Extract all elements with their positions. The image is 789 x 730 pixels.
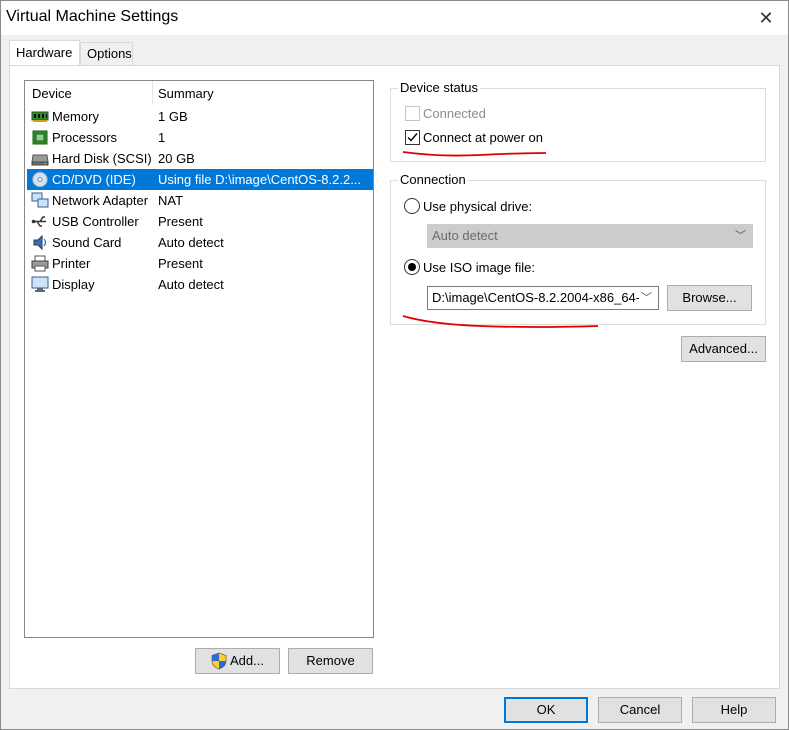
connect-at-power-on-label: Connect at power on [423,130,543,145]
physical-drive-select: Auto detect ﹀ [427,224,753,248]
list-header: Device Summary [25,81,373,105]
device-list[interactable]: Device Summary Memory 1 GB Processors 1 … [24,80,374,638]
add-button-label: Add... [230,653,264,668]
shield-icon [211,652,227,670]
cd-dvd-icon [32,171,48,188]
device-row-printer[interactable]: Printer Present [27,253,373,274]
device-row-cd-dvd[interactable]: CD/DVD (IDE) Using file D:\image\CentOS-… [27,169,373,190]
browse-button[interactable]: Browse... [667,285,752,311]
red-underline-annotation [402,315,599,328]
device-summary: 1 [158,130,166,145]
device-row-usb-controller[interactable]: USB Controller Present [27,211,373,232]
device-row-memory[interactable]: Memory 1 GB [27,106,373,127]
cancel-button[interactable]: Cancel [598,697,682,723]
device-name: Processors [52,130,118,145]
checkmark-icon [407,133,418,142]
radio-selected-dot [408,263,416,271]
network-adapter-icon [31,192,49,208]
device-status-title: Device status [398,80,481,96]
use-iso-image-radio[interactable] [404,259,420,275]
device-summary: NAT [158,193,184,208]
help-button[interactable]: Help [692,697,776,723]
device-summary: Present [158,256,203,271]
hard-disk-icon [31,154,49,166]
device-row-display[interactable]: Display Auto detect [27,274,373,295]
tab-options[interactable]: Options [80,42,133,66]
device-summary: 20 GB [158,151,195,166]
processor-icon [32,130,48,145]
connected-checkbox[interactable] [405,106,420,121]
chevron-down-icon: ﹀ [735,230,746,242]
usb-icon [31,216,46,227]
use-iso-image-label: Use ISO image file: [423,260,535,275]
virtual-machine-settings-window: Virtual Machine Settings ✕ Hardware Opti… [0,0,789,730]
column-separator[interactable] [152,81,153,105]
window-title: Virtual Machine Settings [6,8,179,25]
add-button[interactable]: Add... [195,648,280,674]
printer-icon [31,255,49,272]
connected-label: Connected [423,106,486,121]
ok-button[interactable]: OK [504,697,588,723]
column-header-device[interactable]: Device [32,86,72,101]
device-summary: Present [158,214,203,229]
device-name: Display [52,277,95,292]
chevron-down-icon[interactable]: ﹀ [639,287,652,309]
connect-at-power-on-checkbox[interactable] [405,130,420,145]
device-row-hard-disk[interactable]: Hard Disk (SCSI) 20 GB [27,148,373,169]
device-summary: Using file D:\image\CentOS-8.2.2... [158,172,362,187]
hardware-panel: Device Summary Memory 1 GB Processors 1 … [9,65,780,689]
use-physical-drive-label: Use physical drive: [423,199,533,214]
close-icon[interactable]: ✕ [756,8,776,28]
device-name: Hard Disk (SCSI) [52,151,152,166]
column-header-summary[interactable]: Summary [158,86,214,101]
iso-image-path-combobox[interactable]: D:\image\CentOS-8.2.2004-x86_64- ﹀ [427,286,659,310]
device-row-network-adapter[interactable]: Network Adapter NAT [27,190,373,211]
connection-group: Connection Use physical drive: Auto dete… [390,172,766,325]
iso-image-path-value: D:\image\CentOS-8.2.2004-x86_64- [432,290,641,305]
title-bar: Virtual Machine Settings ✕ [1,1,788,35]
device-row-processors[interactable]: Processors 1 [27,127,373,148]
connection-title: Connection [398,172,468,188]
device-row-sound-card[interactable]: Sound Card Auto detect [27,232,373,253]
device-name: Sound Card [52,235,122,250]
memory-icon [31,111,49,122]
display-icon [31,276,49,292]
device-name: USB Controller [52,214,139,229]
device-summary: Auto detect [158,277,224,292]
red-underline-annotation [402,151,547,157]
device-name: Printer [52,256,91,271]
sound-card-icon [33,234,47,251]
tab-hardware[interactable]: Hardware [9,40,80,66]
remove-button[interactable]: Remove [288,648,373,674]
device-name: CD/DVD (IDE) [52,172,136,187]
device-summary: 1 GB [158,109,188,124]
physical-drive-value: Auto detect [432,228,498,243]
device-name: Network Adapter [52,193,149,208]
device-summary: Auto detect [158,235,224,250]
device-name: Memory [52,109,99,124]
advanced-button[interactable]: Advanced... [681,336,766,362]
use-physical-drive-radio[interactable] [404,198,420,214]
